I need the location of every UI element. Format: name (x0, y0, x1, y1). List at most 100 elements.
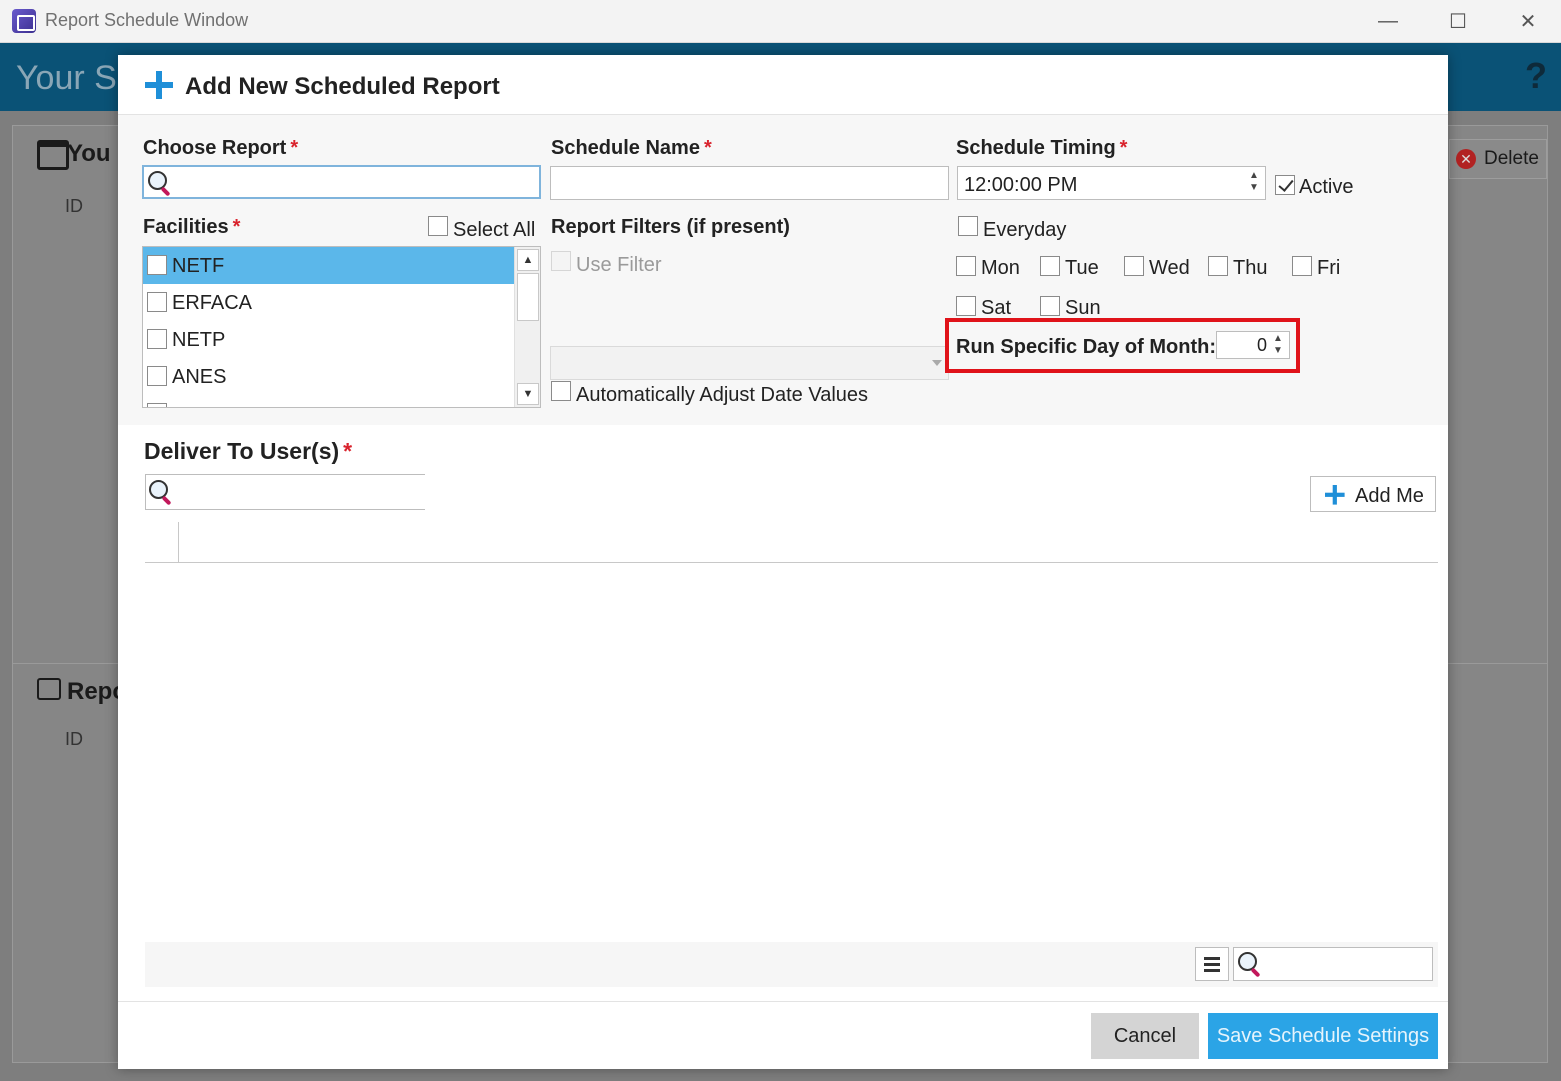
use-filter-label: Use Filter (576, 254, 662, 276)
menu-button[interactable] (1195, 947, 1229, 981)
list-item[interactable]: ANES (143, 358, 515, 395)
facility-checkbox[interactable] (147, 366, 167, 386)
active-checkbox[interactable] (1275, 175, 1295, 195)
sat-checkbox[interactable] (956, 296, 976, 316)
window-titlebar: Report Schedule Window — ☐ ✕ (0, 0, 1561, 43)
form-area: Choose Report * Schedule Name * Schedule T… (118, 115, 1448, 425)
list-item[interactable]: NETP (143, 321, 515, 358)
bg-col-id-2: ID (65, 729, 83, 749)
wed-checkbox[interactable] (1124, 256, 1144, 276)
facilities-scrollbar[interactable]: ▲ ▼ (514, 247, 540, 407)
tue-label: Tue (1065, 257, 1099, 279)
calendar-clock-icon (37, 678, 61, 700)
use-filter-checkbox[interactable] (551, 251, 571, 271)
everyday-label: Everyday (983, 219, 1067, 241)
column-divider[interactable] (178, 522, 179, 562)
time-spinner[interactable]: ▲ ▼ (1247, 170, 1261, 196)
filter-select[interactable] (550, 346, 949, 380)
menu-icon (1204, 963, 1220, 966)
list-item[interactable]: NETF (143, 247, 515, 284)
menu-icon (1204, 957, 1220, 960)
save-schedule-button[interactable]: Save Schedule Settings (1208, 1013, 1438, 1059)
grid-footer (145, 942, 1438, 987)
facility-label: ERFACA (172, 292, 253, 314)
select-all-label: Select All (453, 219, 536, 241)
auto-adjust-checkbox[interactable] (551, 381, 571, 401)
chevron-down-icon (932, 360, 942, 366)
user-search-input[interactable] (145, 474, 425, 510)
search-icon (148, 479, 174, 505)
dialog-footer: Cancel Save Schedule Settings (118, 1001, 1448, 1069)
time-value: 12:00:00 PM (964, 174, 1078, 196)
scroll-up-icon[interactable]: ▲ (517, 249, 539, 271)
delete-icon: ✕ (1456, 149, 1476, 169)
search-icon (147, 170, 173, 196)
list-item[interactable]: ERFACA (143, 284, 515, 321)
sun-label: Sun (1065, 297, 1101, 319)
specific-day-label: Run Specific Day of Month: (956, 336, 1216, 358)
choose-report-label: Choose Report * (143, 137, 299, 159)
add-scheduled-report-dialog: Add New Scheduled Report Choose Report * … (118, 55, 1448, 1069)
maximize-button[interactable]: ☐ (1423, 0, 1493, 43)
plus-icon (145, 71, 173, 99)
tue-checkbox[interactable] (1040, 256, 1060, 276)
bg-col-id: ID (65, 196, 83, 216)
fri-label: Fri (1317, 257, 1341, 279)
add-me-label: Add Me (1355, 485, 1424, 507)
everyday-checkbox[interactable] (958, 216, 978, 236)
dialog-header: Add New Scheduled Report (118, 55, 1448, 115)
list-item-partial[interactable] (143, 395, 515, 407)
add-me-button[interactable]: Add Me (1310, 476, 1436, 512)
sat-label: Sat (981, 297, 1012, 319)
schedule-name-input[interactable] (550, 166, 949, 200)
grid-search-input[interactable] (1233, 947, 1433, 981)
users-grid[interactable] (145, 520, 1438, 987)
facility-checkbox[interactable] (147, 329, 167, 349)
bg-header-title: Your Sc (16, 59, 134, 97)
delete-button[interactable]: ✕ Delete (1449, 139, 1547, 179)
select-all-checkbox[interactable] (428, 216, 448, 236)
cancel-button[interactable]: Cancel (1091, 1013, 1199, 1059)
calendar-icon (37, 140, 69, 170)
facility-label: ANES (172, 366, 227, 388)
bg-panel-title: You (67, 140, 111, 167)
search-icon (1237, 951, 1263, 977)
window-title: Report Schedule Window (45, 10, 249, 30)
facilities-list[interactable]: NETF ERFACA NETP ANES ▲ ▼ (142, 246, 541, 408)
facility-checkbox[interactable] (147, 292, 167, 312)
app-icon (12, 9, 36, 33)
scroll-thumb[interactable] (517, 273, 539, 321)
mon-label: Mon (981, 257, 1020, 279)
mon-checkbox[interactable] (956, 256, 976, 276)
facilities-label: Facilities * (143, 216, 241, 238)
sun-checkbox[interactable] (1040, 296, 1060, 316)
facility-checkbox[interactable] (147, 403, 167, 407)
fri-checkbox[interactable] (1292, 256, 1312, 276)
plus-icon (1325, 485, 1345, 505)
active-label: Active (1299, 176, 1354, 198)
specific-day-value: 0 (1256, 335, 1267, 355)
close-button[interactable]: ✕ (1493, 0, 1561, 43)
thu-label: Thu (1233, 257, 1268, 279)
wed-label: Wed (1149, 257, 1190, 279)
grid-header (145, 520, 1438, 563)
facility-label: NETP (172, 329, 226, 351)
scroll-down-icon[interactable]: ▼ (517, 383, 539, 405)
dialog-title: Add New Scheduled Report (185, 73, 500, 100)
deliver-to-label: Deliver To User(s) * (144, 438, 353, 464)
facility-label: NETF (172, 255, 225, 277)
menu-icon (1204, 969, 1220, 972)
choose-report-input[interactable] (142, 165, 541, 199)
minimize-button[interactable]: — (1353, 0, 1423, 43)
day-spinner[interactable]: ▲ ▼ (1271, 333, 1285, 359)
delete-label: Delete (1484, 148, 1539, 169)
thu-checkbox[interactable] (1208, 256, 1228, 276)
specific-day-stepper[interactable]: 0 ▲ ▼ (1216, 331, 1290, 359)
schedule-name-label: Schedule Name * (551, 137, 712, 159)
auto-adjust-label: Automatically Adjust Date Values (576, 384, 869, 406)
facility-checkbox[interactable] (147, 255, 167, 275)
schedule-timing-label: Schedule Timing * (956, 137, 1128, 159)
report-filters-label: Report Filters (if present) (551, 216, 790, 238)
schedule-timing-picker[interactable]: 12:00:00 PM ▲ ▼ (957, 166, 1266, 200)
help-icon[interactable]: ? (1525, 55, 1547, 97)
